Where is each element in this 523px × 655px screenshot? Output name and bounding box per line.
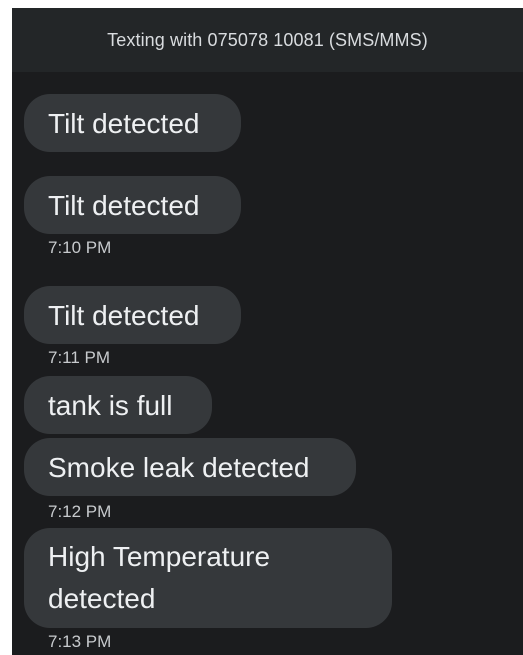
message-text: High Temperature detected [48, 541, 271, 614]
message-text: Tilt detected [48, 300, 200, 331]
message-bubble[interactable]: Smoke leak detected [24, 438, 356, 496]
message-bubble[interactable]: tank is full [24, 376, 212, 434]
conversation-header: Texting with 075078 10081 (SMS/MMS) [12, 8, 523, 72]
conversation-title: Texting with 075078 10081 (SMS/MMS) [107, 29, 428, 50]
message-bubble[interactable]: Tilt detected [24, 176, 241, 234]
message-text: tank is full [48, 390, 173, 421]
message-timestamp: 7:11 PM [48, 348, 111, 367]
message-bubble[interactable]: Tilt detected [24, 286, 241, 344]
message-text: Tilt detected [48, 190, 200, 221]
message-timestamp: 7:12 PM [48, 502, 112, 521]
message-timestamp: 7:10 PM [48, 238, 112, 257]
message-bubble[interactable]: Tilt detected [24, 94, 241, 152]
message-timestamp: 7:13 PM [48, 632, 112, 651]
message-text: Smoke leak detected [48, 452, 310, 483]
message-text: Tilt detected [48, 108, 200, 139]
message-bubble[interactable]: High Temperature detected [24, 528, 392, 628]
conversation-screen: Texting with 075078 10081 (SMS/MMS) Tilt… [12, 8, 523, 655]
